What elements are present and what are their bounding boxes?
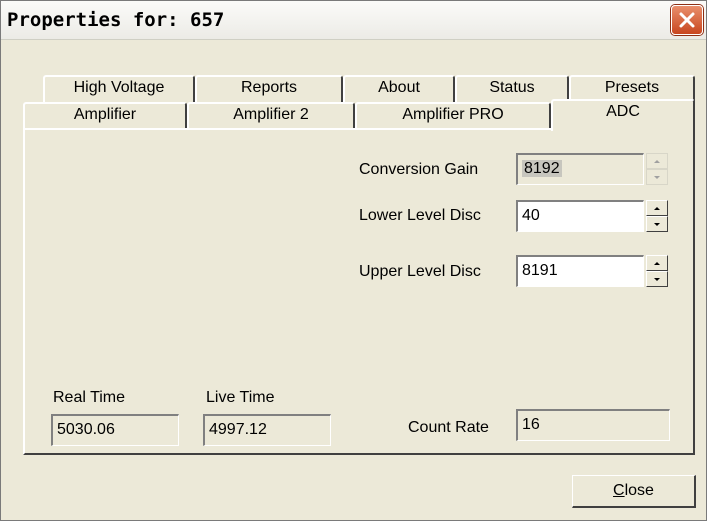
tab-about[interactable]: About [343,75,455,103]
lower-level-disc-field[interactable]: 40 [516,200,644,232]
window-title: Properties for: 657 [7,9,225,31]
close-icon[interactable] [671,5,703,35]
count-rate-value: 16 [522,416,540,433]
count-rate-field: 16 [516,409,670,441]
upper-level-disc-field[interactable]: 8191 [516,255,644,287]
upper-level-disc-spinner[interactable] [646,255,668,287]
tab-amplifier-pro[interactable]: Amplifier PRO [355,102,551,130]
real-time-value: 5030.06 [57,421,115,438]
real-time-label: Real Time [53,389,126,406]
spin-down-icon[interactable] [646,216,668,232]
live-time-label: Live Time [206,389,275,406]
lower-level-disc-label: Lower Level Disc [359,207,481,224]
close-button-label: Close [613,482,654,499]
tab-reports[interactable]: Reports [195,75,343,103]
conversion-gain-label: Conversion Gain [359,161,479,178]
count-rate-label: Count Rate [408,419,489,436]
tab-amplifier-2[interactable]: Amplifier 2 [187,102,355,130]
conversion-gain-field[interactable]: 8192 [516,153,644,185]
close-button[interactable]: Close [572,475,696,508]
title-bar: Properties for: 657 [1,1,706,40]
spin-down-icon[interactable] [646,169,668,185]
tab-high-voltage[interactable]: High Voltage [43,75,195,103]
real-time-field: 5030.06 [51,414,179,446]
spin-down-icon[interactable] [646,271,668,287]
properties-dialog: Properties for: 657 High Voltage Reports… [0,0,707,521]
lower-level-disc-spinner[interactable] [646,200,668,232]
conversion-gain-spinner[interactable] [646,153,668,185]
upper-level-disc-label: Upper Level Disc [359,263,481,280]
spin-up-icon[interactable] [646,153,668,169]
upper-level-disc-value: 8191 [522,262,558,279]
spin-up-icon[interactable] [646,255,668,271]
lower-level-disc-value: 40 [522,207,540,224]
tab-adc[interactable]: ADC [551,99,695,131]
tab-amplifier[interactable]: Amplifier [23,102,187,130]
live-time-value: 4997.12 [209,421,267,438]
conversion-gain-value: 8192 [522,160,562,177]
live-time-field: 4997.12 [203,414,331,446]
spin-up-icon[interactable] [646,200,668,216]
